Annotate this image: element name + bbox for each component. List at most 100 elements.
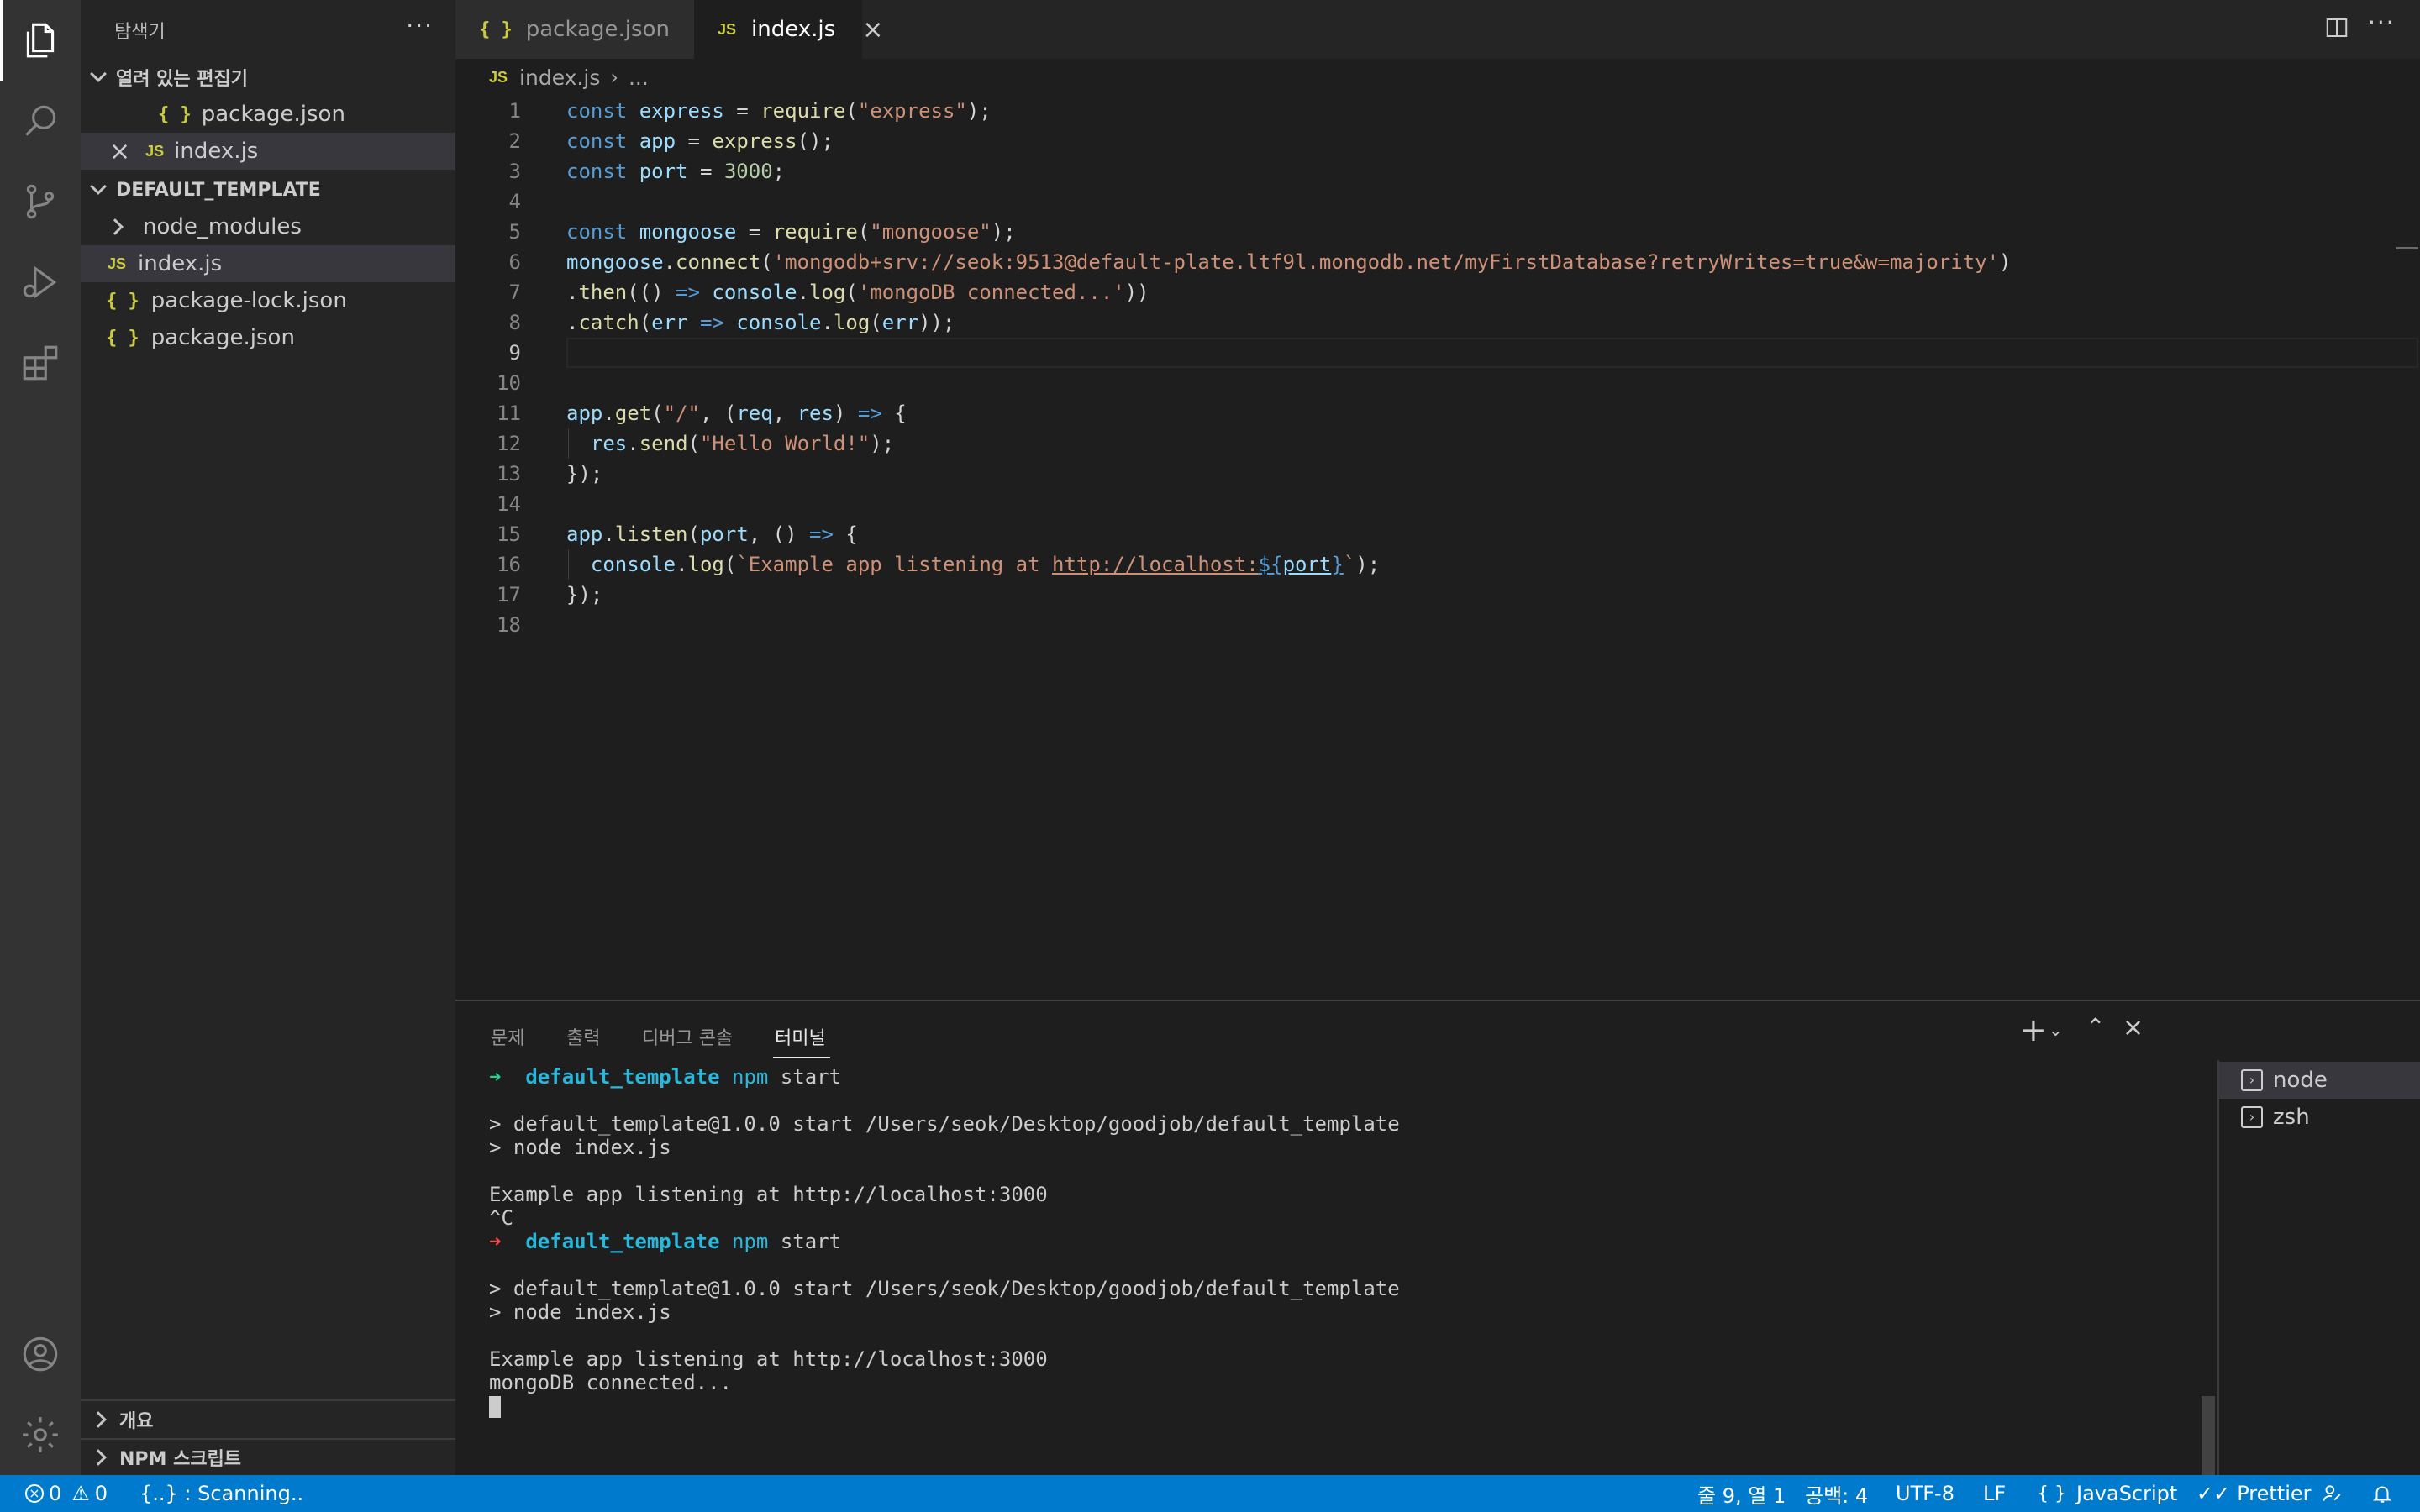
terminal-item-zsh[interactable]: › zsh (2219, 1099, 2420, 1136)
terminal-item-node[interactable]: › node (2219, 1062, 2420, 1099)
notifications-bell-icon[interactable] (2371, 1475, 2393, 1512)
terminal-line: Example app listening at http://localhos… (489, 1347, 1048, 1371)
more-actions-icon[interactable]: ··· (2368, 8, 2396, 36)
outline-header[interactable]: 개요 (81, 1401, 455, 1438)
chevron-right-icon (90, 1411, 107, 1428)
terminal-line: ^C (489, 1206, 513, 1230)
code-line: 4 (508, 190, 521, 213)
error-icon: × (25, 1484, 44, 1503)
chevron-right-icon: › (610, 66, 618, 89)
js-file-icon: JS (489, 68, 508, 86)
tab-index-js[interactable]: JS index.js × (694, 0, 883, 59)
code-line: 16 console.log(`Example app listening at… (455, 549, 2420, 580)
terminal-line: > default_template@1.0.0 start /Users/se… (489, 1277, 1400, 1300)
terminal-line: > node index.js (489, 1136, 671, 1159)
open-editor-item-index-js[interactable]: × JS index.js (81, 133, 455, 170)
close-icon[interactable]: × (109, 137, 145, 166)
code-line: 14 (497, 492, 521, 516)
close-panel-icon[interactable]: × (2123, 1013, 2144, 1042)
feedback-icon[interactable] (2321, 1475, 2343, 1512)
indentation[interactable]: 공백: 4 (1805, 1475, 1868, 1512)
problems-indicator[interactable]: × 0 ⚠ 0 (25, 1475, 108, 1512)
code-line-current: 9 (455, 338, 2420, 368)
tab-terminal[interactable]: 터미널 (775, 1023, 826, 1050)
maximize-panel-icon[interactable]: ⌃ (2086, 1013, 2105, 1041)
line-ending[interactable]: LF (1983, 1475, 2006, 1512)
code-line: 3 const port = 3000; (508, 160, 786, 183)
cursor-position[interactable]: 줄 9, 열 1 (1697, 1475, 1786, 1512)
new-terminal-icon[interactable]: + (2020, 1011, 2047, 1048)
open-editor-item-package-json[interactable]: { } package.json (81, 96, 455, 133)
json-file-icon: { } (158, 103, 192, 125)
scanning-status[interactable]: {..} : Scanning.. (139, 1475, 303, 1512)
code-line: 15 app.listen(port, () => { (497, 522, 858, 546)
code-line: 10 (497, 371, 521, 395)
encoding[interactable]: UTF-8 (1896, 1475, 1954, 1512)
code-line: 8 .catch(err => console.log(err)); (508, 311, 955, 334)
sidebar-title: 탐색기 (114, 22, 166, 43)
extensions-icon[interactable] (0, 323, 81, 403)
json-file-icon: { } (106, 327, 139, 349)
tree-item-index-js[interactable]: JS index.js (81, 245, 455, 282)
code-line: 12 res.send("Hello World!"); (455, 428, 2420, 459)
chevron-right-icon (107, 218, 124, 235)
code-line: 1 const express = require("express"); (508, 99, 992, 123)
open-editors-header[interactable]: 열려 있는 편집기 (81, 59, 455, 96)
terminal-line: > default_template@1.0.0 start /Users/se… (489, 1112, 1400, 1136)
more-actions-icon[interactable]: ··· (406, 12, 434, 39)
breadcrumb: JS index.js › ... (455, 59, 2420, 96)
warning-icon: ⚠ (71, 1482, 90, 1505)
activity-bar (0, 0, 81, 1475)
braces-icon: { } (2037, 1483, 2066, 1504)
chevron-right-icon (90, 1449, 107, 1466)
tree-item-package-lock-json[interactable]: { } package-lock.json (81, 282, 455, 319)
tab-output[interactable]: 출력 (566, 1023, 600, 1050)
explorer-icon[interactable] (0, 0, 81, 81)
breadcrumb-file[interactable]: index.js (519, 66, 600, 90)
code-line: 5 const mongoose = require("mongoose"); (508, 220, 1016, 244)
account-icon[interactable] (0, 1314, 81, 1394)
chevron-down-icon (90, 178, 107, 195)
code-line: 2 const app = express(); (508, 129, 834, 153)
code-line: 7 .then(() => console.log('mongoDB connec… (508, 281, 1150, 304)
json-file-icon: { } (106, 290, 139, 312)
prompt-arrow-icon: ➜ (489, 1065, 502, 1089)
source-control-icon[interactable] (0, 161, 81, 242)
terminal-list: › node › zsh (2217, 1060, 2420, 1477)
status-bar: × 0 ⚠ 0 {..} : Scanning.. 줄 9, 열 1 공백: 4… (0, 1475, 2420, 1512)
chevron-down-icon[interactable]: ⌄ (2049, 1020, 2063, 1040)
tree-item-node-modules[interactable]: node_modules (81, 208, 455, 245)
tab-problems[interactable]: 문제 (491, 1023, 524, 1050)
code-line: 18 (497, 613, 521, 637)
tab-package-json[interactable]: { } package.json (455, 0, 694, 59)
terminal-cursor (489, 1394, 501, 1418)
npm-scripts-header[interactable]: NPM 스크립트 (81, 1440, 455, 1475)
terminal-line: ➜ default_template npm start (489, 1230, 842, 1253)
terminal-line: mongoDB connected... (489, 1371, 732, 1394)
terminal-scrollbar[interactable] (2202, 1396, 2215, 1477)
js-file-icon: JS (718, 20, 737, 38)
prompt-arrow-icon: ➜ (489, 1230, 502, 1253)
editor-tab-bar: { } package.json JS index.js × ··· (455, 0, 2420, 59)
language-mode[interactable]: { } JavaScript (2037, 1475, 2177, 1512)
code-editor[interactable]: 1 const express = require("express"); 2 co… (455, 96, 2420, 1000)
prettier-status[interactable]: ✓✓ Prettier (2196, 1475, 2312, 1512)
search-icon[interactable] (0, 81, 81, 161)
terminal-line: ➜ default_template npm start (489, 1065, 842, 1089)
project-header[interactable]: DEFAULT_TEMPLATE (81, 171, 455, 208)
breadcrumb-symbol[interactable]: ... (629, 66, 649, 90)
js-file-icon: JS (108, 255, 127, 272)
current-line-highlight (566, 338, 2418, 368)
run-debug-icon[interactable] (0, 242, 81, 323)
terminal-line: Example app listening at http://localhos… (489, 1183, 1048, 1206)
split-editor-icon[interactable] (2324, 15, 2349, 46)
tree-item-package-json[interactable]: { } package.json (81, 319, 455, 356)
explorer-sidebar: 탐색기 ··· 열려 있는 편집기 { } package.json × JS … (81, 0, 455, 1475)
close-tab-icon[interactable]: × (862, 15, 883, 45)
settings-gear-icon[interactable] (0, 1394, 81, 1475)
tab-debug-console[interactable]: 디버그 콘솔 (642, 1023, 733, 1050)
active-tab-indicator (773, 1057, 830, 1058)
terminal-icon: › (2241, 1106, 2263, 1128)
check-all-icon: ✓✓ (2196, 1482, 2231, 1505)
code-line: 17}); (497, 583, 603, 606)
